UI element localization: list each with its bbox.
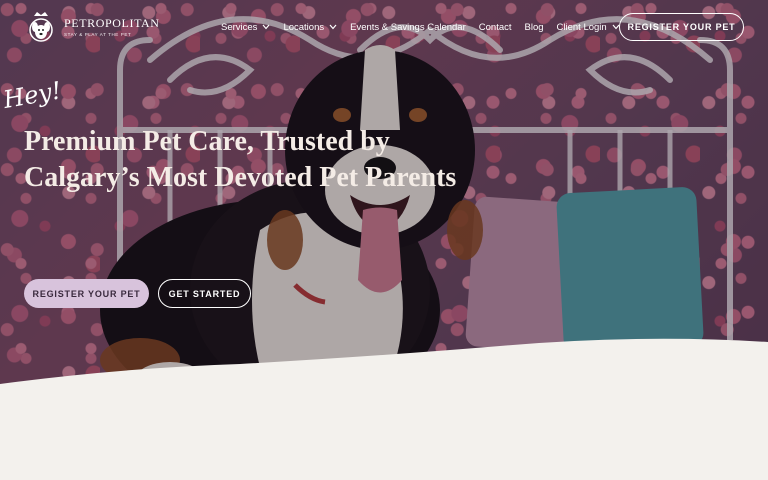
register-your-pet-header-button[interactable]: REGISTER YOUR PET xyxy=(619,13,744,41)
nav-item-events-savings-calendar[interactable]: Events & Savings Calendar xyxy=(350,22,466,33)
hero-headline-line-1: Premium Pet Care, Trusted by xyxy=(24,126,390,157)
lower-content-area xyxy=(0,400,768,480)
get-started-button[interactable]: GET STARTED xyxy=(158,279,251,308)
nav-item-contact[interactable]: Contact xyxy=(479,22,512,33)
nav-item-label: Client Login xyxy=(556,21,607,33)
nav-item-label: Services xyxy=(221,21,258,33)
nav-item-label: Events & Savings Calendar xyxy=(350,21,466,33)
nav-item-label: Locations xyxy=(283,21,325,33)
brand-logo-link[interactable]: PETROPOLITAN STAY & PLAY AT THE PET xyxy=(26,10,160,44)
chevron-down-icon xyxy=(329,24,337,30)
chevron-down-icon xyxy=(262,24,270,30)
main-navigation: Services Locations Events & Savings Cale… xyxy=(221,20,633,34)
nav-item-client-login[interactable]: Client Login xyxy=(557,22,620,33)
brand-wordmark: PETROPOLITAN STAY & PLAY AT THE PET xyxy=(64,16,160,38)
dog-crown-logo-icon xyxy=(29,12,53,42)
hero-headline: Premium Pet Care, Trusted by Calgary’s M… xyxy=(24,124,504,196)
nav-item-label: Blog xyxy=(524,21,544,33)
nav-item-locations[interactable]: Locations xyxy=(283,22,337,33)
nav-item-services[interactable]: Services xyxy=(221,22,270,33)
brand-name: PETROPOLITAN xyxy=(64,16,160,30)
hero-headline-line-2: Calgary’s Most Devoted Pet Parents xyxy=(24,162,457,193)
nav-item-blog[interactable]: Blog xyxy=(525,22,544,33)
register-your-pet-button[interactable]: REGISTER YOUR PET xyxy=(24,279,149,308)
brand-tagline: STAY & PLAY AT THE PET xyxy=(64,32,132,37)
nav-item-label: Contact xyxy=(478,21,512,33)
